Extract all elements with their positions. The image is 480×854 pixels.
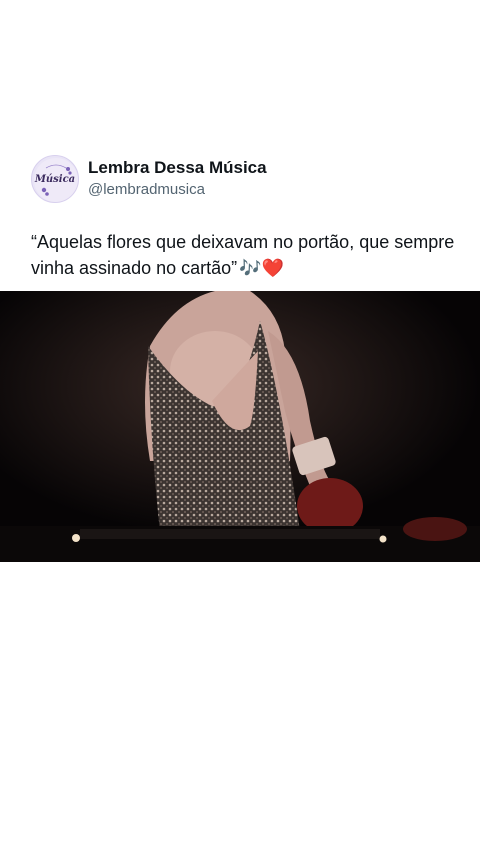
avatar-logo-text: Música [34,174,76,185]
account-names: Lembra Dessa Música @lembradmusica [88,158,267,200]
video-frame-image [0,291,480,562]
tweet-text: “Aquelas flores que deixavam no portão, … [31,229,461,281]
tweet-screenshot: Música Lembra Dessa Música @lembradmusic… [0,0,480,854]
video-thumbnail[interactable] [0,291,480,562]
tweet-header: Música Lembra Dessa Música @lembradmusic… [31,155,267,203]
account-handle[interactable]: @lembradmusica [88,180,267,200]
avatar[interactable]: Música [31,155,79,203]
display-name[interactable]: Lembra Dessa Música [88,158,267,178]
tweet-emoji: 🎶❤️ [239,258,284,278]
